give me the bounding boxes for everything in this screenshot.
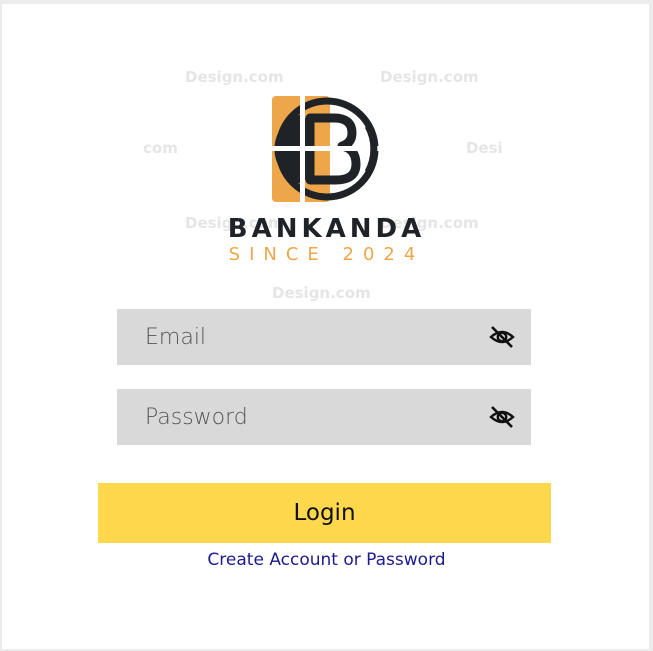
bankanda-b-logo-icon (272, 96, 380, 202)
login-button[interactable]: Login (98, 483, 551, 543)
watermark-text: Design.com (272, 284, 371, 302)
password-field-container (117, 389, 531, 445)
brand-name: BANKANDA (227, 214, 426, 244)
email-field-container (117, 309, 531, 365)
watermark-text: Design.com (380, 68, 479, 86)
watermark-text: Design.com (185, 68, 284, 86)
brand-tagline: SINCE 2024 (228, 244, 425, 265)
watermark-text: com (143, 139, 178, 157)
watermark-text: Desi (466, 139, 503, 157)
password-field[interactable] (117, 389, 485, 445)
eye-off-icon[interactable] (489, 405, 515, 429)
create-account-link[interactable]: Create Account or Password (0, 550, 653, 570)
eye-off-icon[interactable] (489, 325, 515, 349)
email-field[interactable] (117, 309, 485, 365)
